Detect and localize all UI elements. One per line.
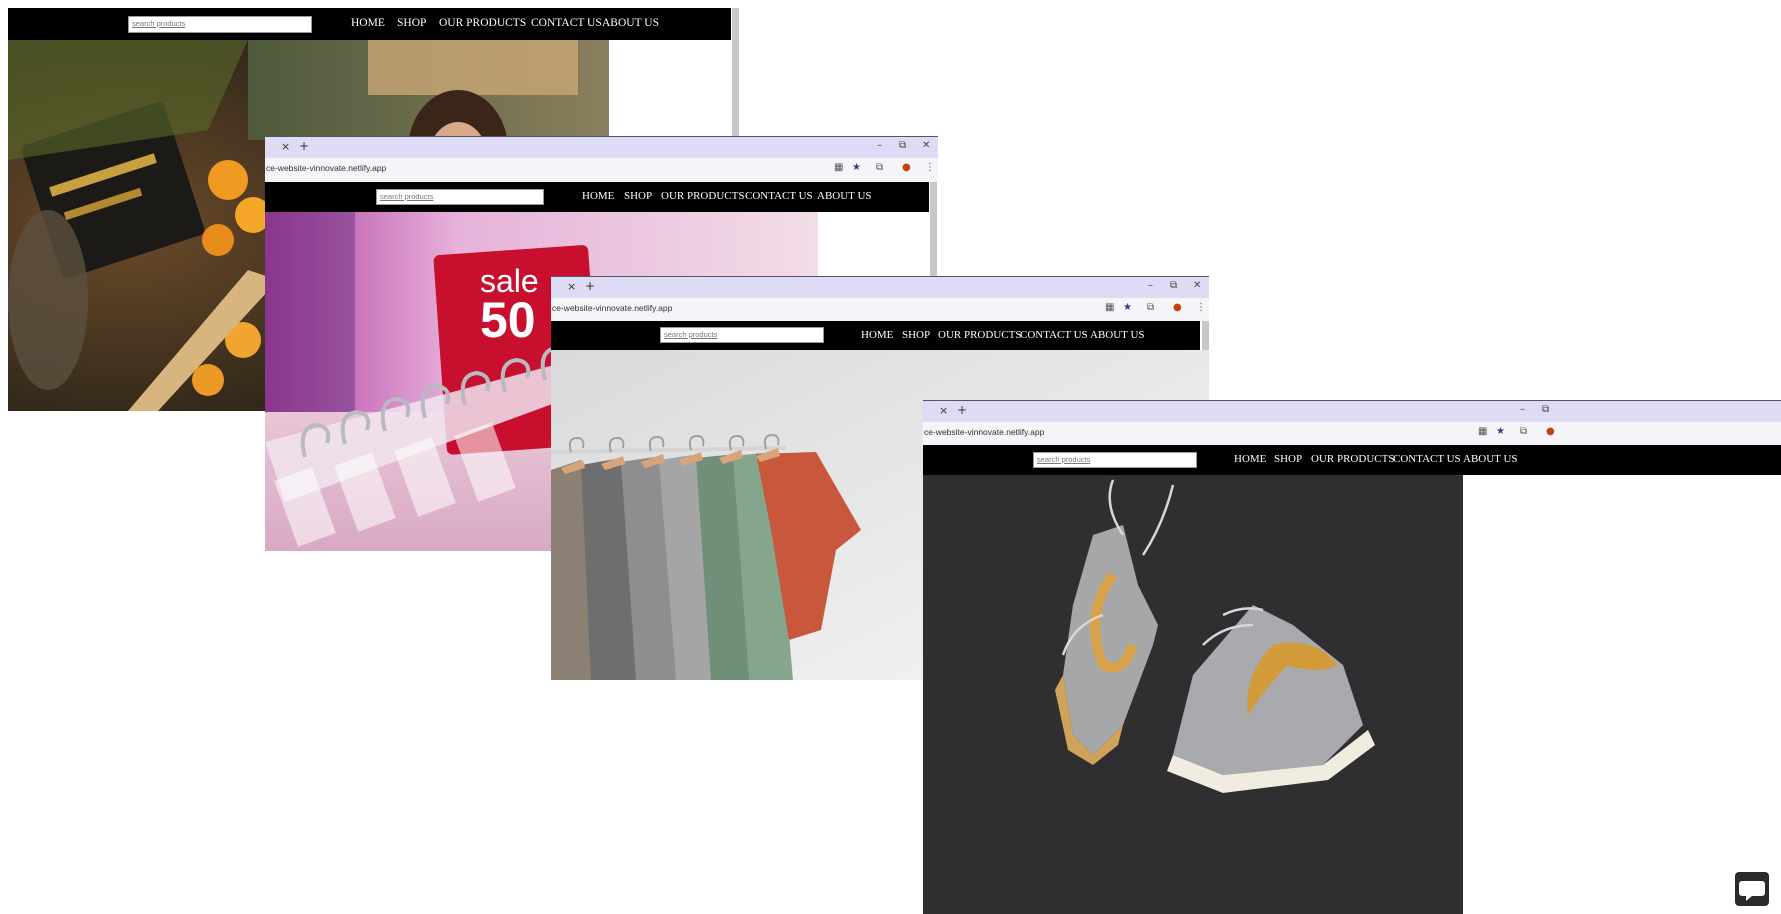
restore-icon[interactable]: ⧉ [1542, 404, 1549, 415]
menu-icon[interactable]: ⋮ [925, 162, 935, 173]
profile-icon[interactable]: ● [902, 162, 911, 173]
url-text[interactable]: ce-website-vinnovate.netlify.app [924, 427, 1044, 437]
translate-icon[interactable]: ▦ [1478, 426, 1487, 437]
minimize-icon[interactable]: – [1520, 404, 1525, 415]
extensions-icon[interactable]: ⧉ [876, 162, 883, 173]
nav-home[interactable]: HOME [861, 329, 893, 341]
chat-icon[interactable] [1735, 872, 1769, 906]
tab-strip: × + – ⧉ ✕ [551, 276, 1209, 299]
profile-icon[interactable]: ● [1546, 426, 1555, 437]
search-input[interactable]: search products [376, 189, 544, 205]
new-tab-icon[interactable]: + [957, 403, 967, 417]
new-tab-icon[interactable]: + [299, 139, 309, 153]
nav-home[interactable]: HOME [1234, 453, 1266, 465]
nav-about-us[interactable]: ABOUT US [602, 17, 659, 29]
close-tab-icon[interactable]: × [567, 280, 576, 293]
browser-window-4: × + – ⧉ ce-website-vinnovate.netlify.app… [923, 400, 1781, 914]
nav-our-products[interactable]: OUR PRODUCTS [1311, 453, 1394, 465]
restore-icon[interactable]: ⧉ [1170, 280, 1177, 291]
site-navbar: search products HOME SHOP OUR PRODUCTS C… [265, 182, 929, 212]
nav-our-products[interactable]: OUR PRODUCTS [938, 329, 1021, 341]
site-navbar: search products HOME SHOP OUR PRODUCTS C… [8, 8, 731, 40]
nav-our-products[interactable]: OUR PRODUCTS [439, 17, 526, 29]
nav-contact-us[interactable]: CONTACT US [745, 190, 813, 202]
close-window-icon[interactable]: ✕ [922, 140, 930, 151]
url-text[interactable]: ce-website-vinnovate.netlify.app [552, 303, 672, 313]
site-navbar: search products HOME SHOP OUR PRODUCTS C… [551, 321, 1200, 350]
nav-about-us[interactable]: ABOUT US [1463, 453, 1518, 465]
extensions-icon[interactable]: ⧉ [1520, 426, 1527, 437]
address-bar[interactable]: ce-website-vinnovate.netlify.app ▦ ★ ⧉ ●… [551, 298, 1209, 322]
menu-icon[interactable]: ⋮ [1196, 302, 1206, 313]
close-tab-icon[interactable]: × [281, 140, 290, 153]
new-tab-icon[interactable]: + [585, 279, 595, 293]
nav-contact-us[interactable]: CONTACT US [1020, 329, 1088, 341]
tab-strip: × + – ⧉ ✕ [265, 136, 938, 159]
nav-shop[interactable]: SHOP [1274, 453, 1302, 465]
hero-image-sneakers [923, 475, 1463, 914]
minimize-icon[interactable]: – [1148, 280, 1153, 291]
nav-about-us[interactable]: ABOUT US [817, 190, 872, 202]
nav-contact-us[interactable]: CONTACT US [531, 17, 602, 29]
nav-contact-us[interactable]: CONTACT US [1393, 453, 1461, 465]
address-bar[interactable]: ce-website-vinnovate.netlify.app ▦ ★ ⧉ ● [923, 422, 1781, 446]
translate-icon[interactable]: ▦ [1105, 302, 1114, 313]
site-navbar: search products HOME SHOP OUR PRODUCTS C… [923, 445, 1781, 475]
close-window-icon[interactable]: ✕ [1193, 280, 1201, 291]
nav-shop[interactable]: SHOP [397, 17, 426, 29]
minimize-icon[interactable]: – [877, 140, 882, 151]
bookmark-star-icon[interactable]: ★ [1123, 302, 1132, 313]
search-input[interactable]: search products [128, 16, 312, 33]
sale-sign-number: 50 [480, 292, 536, 348]
nav-shop[interactable]: SHOP [902, 329, 930, 341]
extensions-icon[interactable]: ⧉ [1147, 302, 1154, 313]
address-bar[interactable]: ce-website-vinnovate.netlify.app ▦ ★ ⧉ ●… [265, 158, 938, 182]
nav-our-products[interactable]: OUR PRODUCTS [661, 190, 744, 202]
nav-home[interactable]: HOME [351, 17, 385, 29]
bookmark-star-icon[interactable]: ★ [1496, 426, 1505, 437]
search-input[interactable]: search products [660, 327, 824, 343]
translate-icon[interactable]: ▦ [834, 162, 843, 173]
restore-icon[interactable]: ⧉ [899, 140, 906, 151]
nav-shop[interactable]: SHOP [624, 190, 652, 202]
bookmark-star-icon[interactable]: ★ [852, 162, 861, 173]
search-input[interactable]: search products [1033, 452, 1197, 468]
url-text[interactable]: ce-website-vinnovate.netlify.app [266, 163, 386, 173]
close-tab-icon[interactable]: × [939, 404, 948, 417]
nav-home[interactable]: HOME [582, 190, 614, 202]
tab-strip: × + – ⧉ [923, 400, 1781, 423]
nav-about-us[interactable]: ABOUT US [1090, 329, 1145, 341]
profile-icon[interactable]: ● [1173, 302, 1182, 313]
